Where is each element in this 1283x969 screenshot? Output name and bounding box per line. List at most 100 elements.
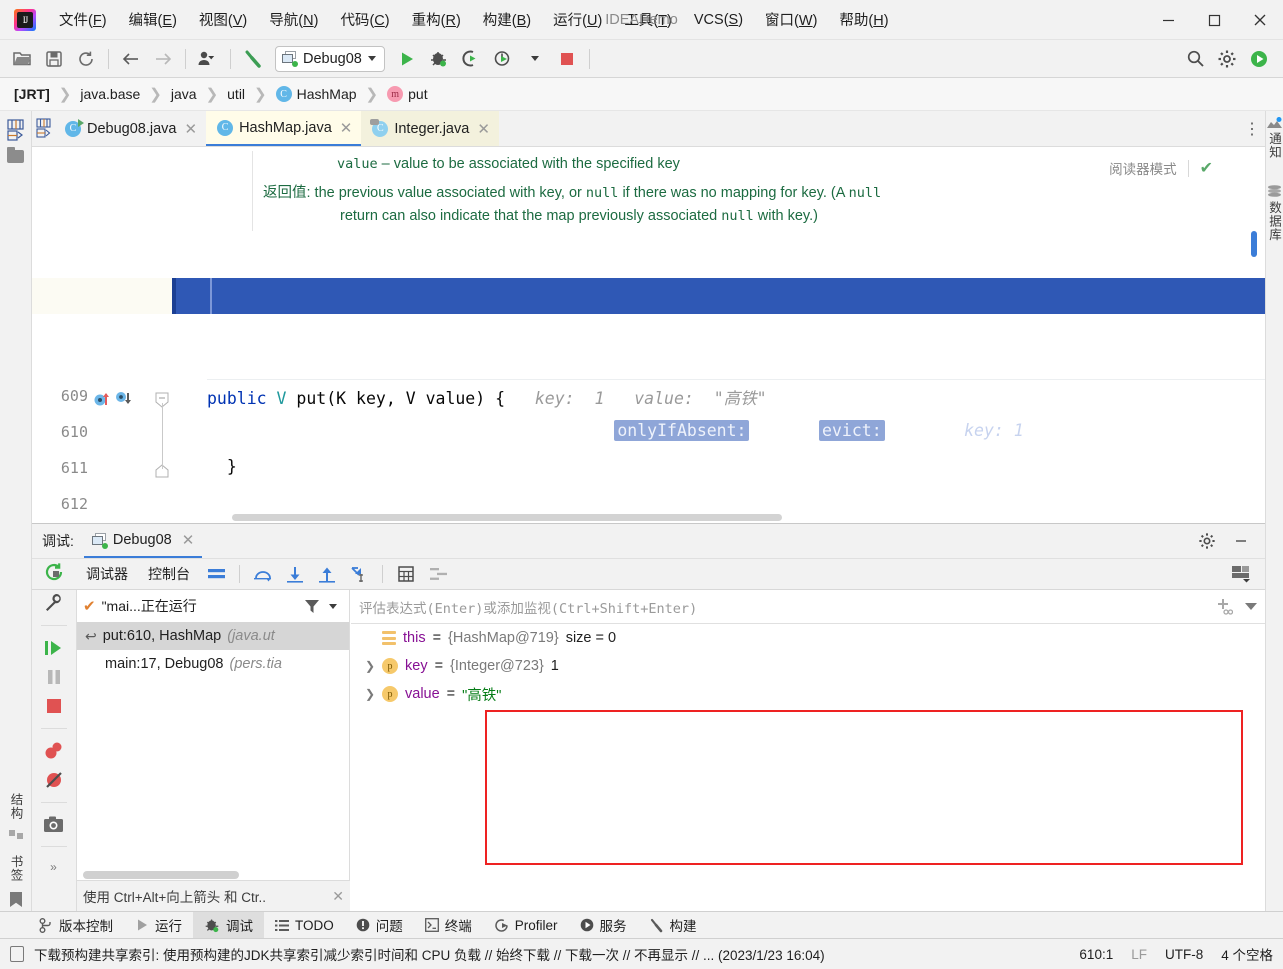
editor-gutter[interactable]: 609 610 611 612 xyxy=(32,147,172,523)
bottom-item-terminal[interactable]: 终端 xyxy=(414,912,483,939)
stop-button[interactable] xyxy=(553,45,581,73)
variable-row-this[interactable]: this = {HashMap@719} size = 0 xyxy=(351,624,1265,652)
frame-row-put[interactable]: ↩ put:610, HashMap (java.ut xyxy=(77,622,349,650)
frame-row-main[interactable]: main:17, Debug08 (pers.tia xyxy=(77,650,349,678)
breadcrumb-item-hashmap[interactable]: C HashMap xyxy=(276,86,357,102)
menu-window[interactable]: 窗口(W) xyxy=(754,5,828,34)
fold-marker-icon[interactable] xyxy=(155,392,171,408)
breadcrumb-item-put[interactable]: m put xyxy=(387,86,427,102)
bottom-item-run[interactable]: 运行 xyxy=(124,912,193,939)
run-button[interactable] xyxy=(393,45,421,73)
close-button[interactable] xyxy=(1237,0,1283,40)
expand-chevron-icon[interactable]: ❯ xyxy=(365,659,375,673)
debug-settings-gear-icon[interactable] xyxy=(1193,527,1221,555)
status-message[interactable]: 下载预构建共享索引: 使用预构建的JDK共享索引减少索引时间和 CPU 负载 /… xyxy=(34,944,825,964)
run-with-coverage-icon[interactable] xyxy=(489,45,517,73)
bottom-item-profiler[interactable]: Profiler xyxy=(483,912,569,939)
step-out-icon[interactable] xyxy=(313,560,341,588)
menu-navigate[interactable]: 导航(N) xyxy=(258,5,329,34)
sidebar-item-structure[interactable]: 结构 xyxy=(7,793,26,820)
structure-icon[interactable] xyxy=(9,830,24,845)
editor-tab-debug08[interactable]: C Debug08.java ✕ xyxy=(54,111,206,146)
thread-selector[interactable]: ✔ "mai...正在运行 xyxy=(77,590,349,622)
updates-icon[interactable] xyxy=(1245,45,1273,73)
editor-tab-close-icon[interactable]: ✕ xyxy=(477,120,490,138)
rerun-icon[interactable] xyxy=(44,562,64,582)
chevron-down-icon[interactable] xyxy=(329,604,337,609)
editor-horizontal-scrollbar[interactable] xyxy=(232,514,782,521)
camera-icon[interactable] xyxy=(43,816,64,833)
debug-session-tab[interactable]: Debug08 ✕ xyxy=(84,525,202,558)
sidebar-item-database[interactable]: 数据库 xyxy=(1265,201,1283,242)
file-encoding[interactable]: UTF-8 xyxy=(1165,947,1203,962)
breadcrumb-item-java[interactable]: java xyxy=(171,86,197,102)
settings-gear-icon[interactable] xyxy=(1213,45,1241,73)
editor-tab-close-icon[interactable]: ✕ xyxy=(340,119,353,137)
sidebar-item-notifications[interactable]: 通知 xyxy=(1265,132,1283,159)
fold-marker-end-icon[interactable] xyxy=(155,464,171,480)
menu-file[interactable]: 文件(F) xyxy=(48,5,118,34)
variable-row-key[interactable]: ❯ p key = {Integer@723} 1 xyxy=(351,652,1265,680)
threads-view-icon[interactable] xyxy=(424,560,452,588)
expand-chevron-icon[interactable]: ❯ xyxy=(365,687,375,701)
editor-tab-integer[interactable]: C Integer.java ✕ xyxy=(361,111,499,146)
attach-to-process-icon[interactable] xyxy=(457,45,485,73)
coverage-dropdown-icon[interactable] xyxy=(521,45,549,73)
implemented-method-icon[interactable] xyxy=(116,391,132,407)
layout-settings-icon[interactable] xyxy=(202,560,230,588)
open-project-icon[interactable] xyxy=(8,45,36,73)
database-icon[interactable] xyxy=(1267,185,1282,199)
run-to-cursor-icon[interactable] xyxy=(345,560,373,588)
sidebar-item-bookmarks[interactable]: 书签 xyxy=(7,855,26,882)
run-configuration-selector[interactable]: Debug08 xyxy=(275,46,385,72)
forward-icon[interactable] xyxy=(149,45,177,73)
close-icon[interactable]: ✕ xyxy=(332,888,344,905)
minimize-button[interactable] xyxy=(1145,0,1191,40)
bottom-item-problems[interactable]: 问题 xyxy=(345,912,414,939)
tab-debugger[interactable]: 调试器 xyxy=(76,564,138,584)
code-line-610[interactable]: return putVal(hash(key), key, value, onl… xyxy=(207,421,1024,440)
variables-more-icon[interactable] xyxy=(1245,603,1257,610)
refresh-icon[interactable] xyxy=(72,45,100,73)
view-breakpoints-icon[interactable] xyxy=(44,742,64,760)
user-settings-icon[interactable] xyxy=(194,45,222,73)
breadcrumb-item-javabase[interactable]: java.base xyxy=(80,86,140,102)
menu-view[interactable]: 视图(V) xyxy=(188,5,258,34)
debug-button[interactable] xyxy=(425,45,453,73)
editor-tab-more-icon[interactable]: ⋮ xyxy=(1239,111,1265,146)
menu-refactor[interactable]: 重构(R) xyxy=(401,5,472,34)
bottom-item-services[interactable]: 服务 xyxy=(569,912,638,939)
bottom-item-todo[interactable]: TODO xyxy=(264,912,345,939)
event-log-icon[interactable] xyxy=(10,946,24,962)
code-line-609[interactable]: public V put(K key, V value) { key: 1 va… xyxy=(207,385,767,409)
indent-setting[interactable]: 4 个空格 xyxy=(1221,944,1273,964)
caret-position[interactable]: 610:1 xyxy=(1079,947,1113,962)
menu-help[interactable]: 帮助(H) xyxy=(828,5,899,34)
resume-program-icon[interactable] xyxy=(44,639,64,657)
bookmark-icon[interactable] xyxy=(10,892,22,907)
restore-layout-icon[interactable] xyxy=(1227,560,1255,588)
close-icon[interactable]: ✕ xyxy=(182,531,195,549)
evaluate-expression-bar[interactable]: 评估表达式(Enter)或添加监视(Ctrl+Shift+Enter) xyxy=(351,590,1265,624)
notifications-icon[interactable] xyxy=(1267,117,1282,130)
editor-gutter-toggle-icon[interactable] xyxy=(32,110,54,146)
pause-program-icon[interactable] xyxy=(45,668,63,686)
menu-tools[interactable]: 工具(T) xyxy=(613,5,683,34)
project-structure-icon[interactable] xyxy=(7,119,24,141)
bottom-item-debug[interactable]: 调试 xyxy=(193,912,264,939)
bottom-item-version-control[interactable]: 版本控制 xyxy=(28,912,124,939)
wrench-icon[interactable] xyxy=(44,593,63,612)
editor-tab-close-icon[interactable]: ✕ xyxy=(185,120,198,138)
breadcrumb-item-util[interactable]: util xyxy=(227,86,245,102)
reader-mode-control[interactable]: 阅读器模式 ✔ xyxy=(1109,158,1213,178)
menu-vcs[interactable]: VCS(S) xyxy=(683,8,754,32)
build-hammer-icon[interactable] xyxy=(239,45,267,73)
maximize-button[interactable] xyxy=(1191,0,1237,40)
frames-horizontal-scrollbar[interactable] xyxy=(83,871,239,879)
search-everywhere-icon[interactable] xyxy=(1181,45,1209,73)
step-into-icon[interactable] xyxy=(281,560,309,588)
editor-vertical-scrollbar[interactable] xyxy=(1251,231,1257,257)
menu-run[interactable]: 运行(U) xyxy=(542,5,613,34)
editor-tab-hashmap[interactable]: C HashMap.java ✕ xyxy=(206,111,361,146)
code-line-611[interactable]: } xyxy=(207,457,237,476)
